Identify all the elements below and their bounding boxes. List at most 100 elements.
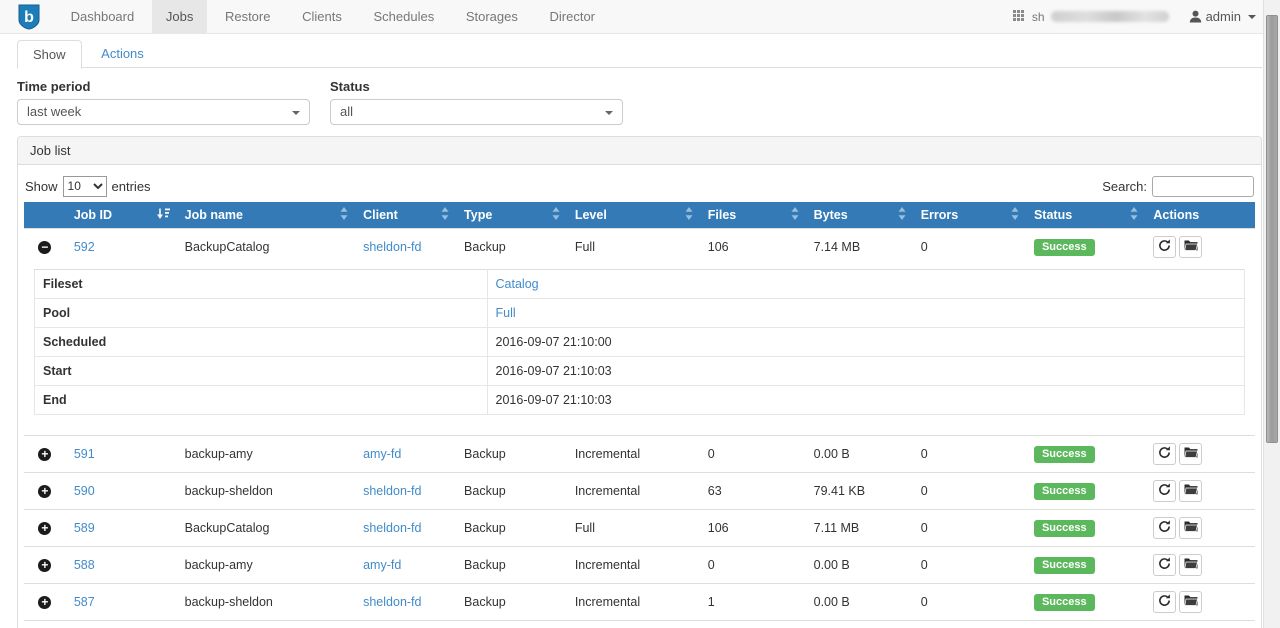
rerun-job-button[interactable] <box>1153 591 1176 613</box>
job-level: Full <box>567 510 700 547</box>
job-id-link[interactable]: 588 <box>74 558 95 572</box>
detail-row: End2016-09-07 21:10:03 <box>35 386 1245 415</box>
job-id-link[interactable]: 591 <box>74 447 95 461</box>
nav-item-restore[interactable]: Restore <box>211 0 285 33</box>
vertical-scrollbar[interactable] <box>1263 0 1280 628</box>
detail-value-link[interactable]: Full <box>496 306 516 320</box>
status-label: Status <box>330 79 623 94</box>
rerun-job-button[interactable] <box>1153 517 1176 539</box>
tab-actions[interactable]: Actions <box>85 39 160 68</box>
time-period-select[interactable]: last week <box>17 99 310 125</box>
job-bytes: 79.41 KB <box>806 473 913 510</box>
table-header-row: Job ID <box>24 202 1255 229</box>
col-files[interactable]: Files <box>700 202 806 229</box>
job-files-button[interactable] <box>1179 236 1202 258</box>
expand-row-icon[interactable]: + <box>38 448 51 461</box>
expand-row-icon[interactable]: + <box>38 522 51 535</box>
job-errors: 0 <box>913 547 1026 584</box>
bareos-logo-icon[interactable]: b <box>17 4 41 30</box>
client-link[interactable]: sheldon-fd <box>363 521 421 535</box>
search-input[interactable] <box>1152 176 1254 197</box>
detail-row: Scheduled2016-09-07 21:10:00 <box>35 328 1245 357</box>
job-id-link[interactable]: 589 <box>74 521 95 535</box>
job-bytes: 0.00 B <box>806 436 913 473</box>
job-files: 1 <box>700 584 806 621</box>
job-level: Incremental <box>567 547 700 584</box>
nav-item-dashboard[interactable]: Dashboard <box>57 0 149 33</box>
nav-item-clients[interactable]: Clients <box>288 0 356 33</box>
col-job-name[interactable]: Job name <box>177 202 355 229</box>
tab-show[interactable]: Show <box>17 40 82 69</box>
job-name: BackupCatalog <box>177 510 355 547</box>
detail-label: End <box>35 386 488 415</box>
table-row: −592BackupCatalogsheldon-fdBackupFull106… <box>24 229 1255 266</box>
detail-label: Start <box>35 357 488 386</box>
col-status[interactable]: Status <box>1026 202 1145 229</box>
job-id-link[interactable]: 592 <box>74 240 95 254</box>
job-type: Backup <box>456 584 567 621</box>
top-navbar: b Dashboard Jobs Restore Clients Schedul… <box>0 0 1280 34</box>
table-row: +589BackupCatalogsheldon-fdBackupFull106… <box>24 510 1255 547</box>
sort-both-icon <box>1011 207 1019 223</box>
expand-row-icon[interactable]: + <box>38 485 51 498</box>
col-level[interactable]: Level <box>567 202 700 229</box>
job-id-link[interactable]: 587 <box>74 595 95 609</box>
col-bytes[interactable]: Bytes <box>806 202 913 229</box>
nav-item-jobs[interactable]: Jobs <box>152 0 207 33</box>
page-length-control: Show 10 entries <box>25 176 151 197</box>
col-type[interactable]: Type <box>456 202 567 229</box>
status-select[interactable]: all <box>330 99 623 125</box>
job-name: backup-amy <box>177 547 355 584</box>
expand-row-icon[interactable]: + <box>38 596 51 609</box>
detail-value: 2016-09-07 21:10:03 <box>487 357 1244 386</box>
show-label: Show <box>25 179 58 194</box>
tab-bar: Show Actions <box>17 39 1262 68</box>
nav-item-storages[interactable]: Storages <box>452 0 532 33</box>
bareos-webui-page: b Dashboard Jobs Restore Clients Schedul… <box>0 0 1280 628</box>
job-name: backup-sheldon <box>177 584 355 621</box>
filter-section: Time period last week Status all <box>17 79 1262 125</box>
col-job-id[interactable]: Job ID <box>66 202 177 229</box>
rerun-job-button[interactable] <box>1153 236 1176 258</box>
nav-item-director[interactable]: Director <box>536 0 610 33</box>
client-link[interactable]: sheldon-fd <box>363 595 421 609</box>
job-table: Job ID <box>24 202 1255 628</box>
table-row: +591backup-amyamy-fdBackupIncremental00.… <box>24 436 1255 473</box>
sort-both-icon <box>685 207 693 223</box>
col-client[interactable]: Client <box>355 202 456 229</box>
rerun-job-button[interactable] <box>1153 480 1176 502</box>
job-type: Backup <box>456 229 567 266</box>
job-errors: 0 <box>913 584 1026 621</box>
rerun-job-button[interactable] <box>1153 443 1176 465</box>
panel-title: Job list <box>18 137 1261 165</box>
client-link[interactable]: amy-fd <box>363 447 401 461</box>
job-bytes: 7.14 MB <box>806 229 913 266</box>
detail-value-link[interactable]: Catalog <box>496 277 539 291</box>
job-errors: 0 <box>913 436 1026 473</box>
job-level: Incremental <box>567 436 700 473</box>
user-menu[interactable]: admin <box>1189 9 1256 24</box>
rerun-job-button[interactable] <box>1153 554 1176 576</box>
job-files-button[interactable] <box>1179 591 1202 613</box>
job-files-button[interactable] <box>1179 443 1202 465</box>
job-level: Full <box>567 621 700 628</box>
status-value: all <box>340 104 353 119</box>
entries-select[interactable]: 10 <box>63 176 107 197</box>
svg-text:b: b <box>24 9 34 26</box>
expand-row-icon[interactable]: + <box>38 559 51 572</box>
job-files-button[interactable] <box>1179 480 1202 502</box>
client-link[interactable]: amy-fd <box>363 558 401 572</box>
col-errors[interactable]: Errors <box>913 202 1026 229</box>
job-id-link[interactable]: 590 <box>74 484 95 498</box>
nav-item-schedules[interactable]: Schedules <box>359 0 448 33</box>
job-files-button[interactable] <box>1179 554 1202 576</box>
hostname-prefix: sh <box>1032 10 1045 24</box>
job-files-button[interactable] <box>1179 517 1202 539</box>
client-link[interactable]: sheldon-fd <box>363 240 421 254</box>
scrollbar-thumb[interactable] <box>1266 15 1278 443</box>
client-link[interactable]: sheldon-fd <box>363 484 421 498</box>
job-level: Incremental <box>567 473 700 510</box>
col-expand <box>24 202 66 229</box>
job-name: BackupCatalog <box>177 621 355 628</box>
collapse-row-icon[interactable]: − <box>38 241 51 254</box>
